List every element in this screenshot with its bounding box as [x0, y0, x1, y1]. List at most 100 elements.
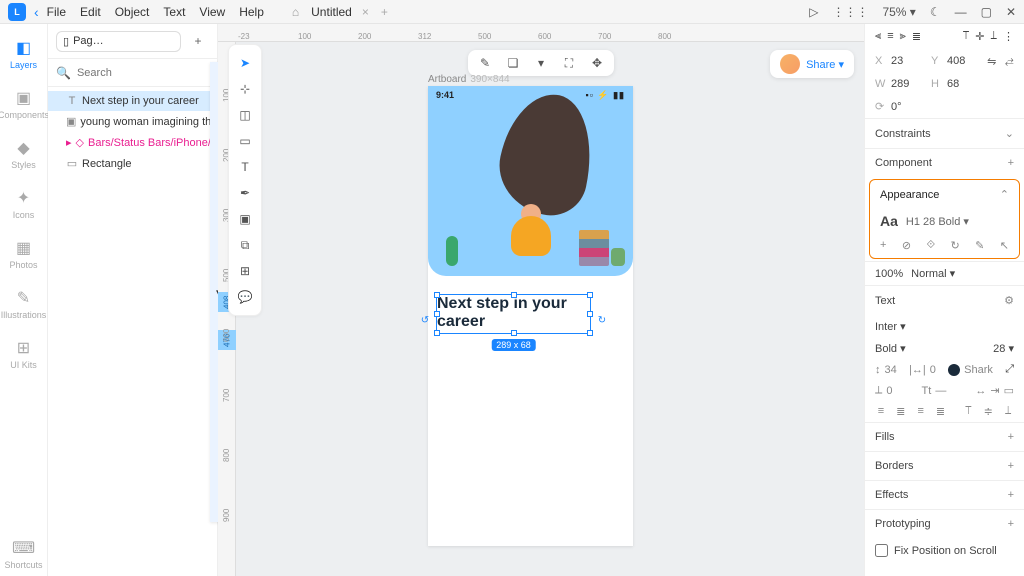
- home-icon[interactable]: ⌂: [292, 5, 299, 19]
- pen-tool[interactable]: ✒: [233, 181, 257, 205]
- text-header[interactable]: Text⚙: [865, 286, 1024, 315]
- tree-item-component[interactable]: ▸ ◇ Bars/Status Bars/iPhone/Light: [48, 132, 217, 153]
- letter-spacing-field[interactable]: 0: [930, 364, 936, 376]
- align-justify-icon[interactable]: ≣: [912, 30, 921, 43]
- rotation-field[interactable]: ⟳0°: [875, 100, 923, 113]
- line-height-field[interactable]: 34: [885, 364, 897, 376]
- pos-x-field[interactable]: X23: [875, 55, 923, 67]
- effects-header[interactable]: Effects+: [865, 481, 1024, 509]
- tree-item-image[interactable]: ▣ young woman imagining thin…: [48, 111, 217, 132]
- fix-position-row[interactable]: Fix Position on Scroll: [865, 538, 1024, 563]
- window-maximize-icon[interactable]: ▢: [981, 5, 992, 19]
- menu-text[interactable]: Text: [163, 5, 185, 19]
- height-field[interactable]: H68: [931, 78, 979, 90]
- menu-file[interactable]: File: [47, 5, 66, 19]
- tree-item-text[interactable]: T Next step in your career: [48, 91, 217, 111]
- share-button[interactable]: Share ▾: [806, 58, 844, 71]
- vnav-layers[interactable]: ◧Layers: [0, 32, 47, 76]
- plus-icon[interactable]: +: [1008, 157, 1014, 169]
- vnav-shortcuts[interactable]: ⌨Shortcuts: [0, 532, 47, 576]
- transform-icon[interactable]: ⛶: [560, 54, 578, 72]
- text-transform-field[interactable]: —: [935, 385, 946, 397]
- flip-v-icon[interactable]: ⥄: [1005, 54, 1015, 68]
- app-logo-icon[interactable]: L: [8, 3, 26, 21]
- vnav-icons[interactable]: ✦Icons: [0, 182, 47, 226]
- align-left-icon[interactable]: ⫷: [875, 30, 881, 43]
- menu-object[interactable]: Object: [115, 5, 150, 19]
- blend-mode-selector[interactable]: Normal ▾: [911, 267, 955, 280]
- text-tool[interactable]: T: [233, 155, 257, 179]
- fills-header[interactable]: Fills+: [865, 423, 1024, 451]
- valign-middle-icon[interactable]: ≑: [982, 405, 994, 418]
- font-weight-selector[interactable]: Bold ▾: [875, 342, 906, 355]
- back-icon[interactable]: ‹: [34, 4, 39, 20]
- artboard-label[interactable]: Artboard390×844: [428, 74, 510, 85]
- borders-header[interactable]: Borders+: [865, 452, 1024, 480]
- add-page-button[interactable]: +: [187, 30, 209, 52]
- align-bottom-icon[interactable]: ⟘: [990, 30, 997, 43]
- autoheight-icon[interactable]: ⇥: [990, 384, 999, 397]
- tree-artboard[interactable]: ▾ ▯ Artboard: [210, 87, 217, 178]
- flip-h-icon[interactable]: ⇋: [987, 54, 997, 68]
- rotate-handle-left[interactable]: ↺: [419, 314, 431, 326]
- font-size-field[interactable]: 28 ▾: [993, 342, 1014, 355]
- text-align-center-icon[interactable]: ≣: [895, 405, 907, 418]
- window-close-icon[interactable]: ✕: [1006, 5, 1016, 19]
- refresh-icon[interactable]: ⟐: [926, 239, 935, 252]
- text-style-selector[interactable]: H1 28 Bold ▾: [906, 215, 969, 228]
- component-tool[interactable]: ⧉: [233, 233, 257, 257]
- menu-help[interactable]: Help: [239, 5, 264, 19]
- unlink-icon[interactable]: ⤢: [1005, 363, 1014, 376]
- align-top-icon[interactable]: ⟙: [963, 30, 970, 43]
- page-selector[interactable]: ▯ Pag…: [56, 31, 181, 52]
- align-middle-icon[interactable]: ✛: [975, 30, 984, 43]
- cursor-icon[interactable]: ↖: [1000, 239, 1009, 252]
- fixed-size-icon[interactable]: ▭: [1004, 384, 1014, 397]
- vnav-photos[interactable]: ▦Photos: [0, 232, 47, 276]
- width-field[interactable]: W289: [875, 78, 923, 90]
- text-align-justify-icon[interactable]: ≣: [935, 405, 947, 418]
- component-header[interactable]: Component+: [865, 149, 1024, 177]
- text-color-swatch[interactable]: [948, 364, 960, 376]
- add-style-icon[interactable]: +: [880, 239, 886, 252]
- vnav-styles[interactable]: ◆Styles: [0, 132, 47, 176]
- grid-tool[interactable]: ⊞: [233, 259, 257, 283]
- artboard-frame[interactable]: 9:41 ▪▫ ⚡ ▮▮ Next step in your career ↺ …: [428, 86, 633, 546]
- window-minimize-icon[interactable]: —: [955, 5, 967, 19]
- detach-icon[interactable]: ⊘: [902, 239, 911, 252]
- plus-icon[interactable]: +: [1008, 431, 1014, 443]
- plus-icon[interactable]: +: [1008, 489, 1014, 501]
- close-tab-icon[interactable]: ×: [362, 5, 369, 19]
- paragraph-field[interactable]: 0: [886, 385, 892, 397]
- vnav-uikits[interactable]: ⊞UI Kits: [0, 332, 47, 376]
- rect-tool[interactable]: ▭: [233, 129, 257, 153]
- prototyping-header[interactable]: Prototyping+: [865, 510, 1024, 538]
- avatar[interactable]: [780, 54, 800, 74]
- frame-tool[interactable]: ⊹: [233, 77, 257, 101]
- plus-icon[interactable]: +: [1008, 518, 1014, 530]
- menu-edit[interactable]: Edit: [80, 5, 101, 19]
- zoom-level[interactable]: 75% ▾: [882, 5, 915, 19]
- distribute-icon[interactable]: ⋮: [1003, 30, 1014, 43]
- edit-style-icon[interactable]: ✎: [975, 239, 984, 252]
- appearance-header[interactable]: Appearance⌃: [870, 180, 1019, 209]
- search-input[interactable]: [77, 67, 219, 79]
- plus-icon[interactable]: +: [1008, 460, 1014, 472]
- vnav-illustrations[interactable]: ✎Illustrations: [0, 282, 47, 326]
- font-family-selector[interactable]: Inter ▾: [875, 320, 906, 333]
- dropdown-icon[interactable]: ▾: [532, 54, 550, 72]
- align-right-icon[interactable]: ⫸: [900, 30, 906, 43]
- text-align-left-icon[interactable]: ≡: [875, 405, 887, 418]
- canvas[interactable]: -23100200312500600700800 100200300 408 4…: [218, 24, 864, 576]
- document-tab[interactable]: Untitled ×: [311, 5, 369, 19]
- target-icon[interactable]: ✥: [588, 54, 606, 72]
- fix-position-checkbox[interactable]: [875, 544, 888, 557]
- new-tab-icon[interactable]: +: [381, 5, 388, 19]
- align-center-h-icon[interactable]: ≡: [887, 30, 893, 43]
- valign-top-icon[interactable]: ⟙: [962, 405, 974, 418]
- constraints-header[interactable]: Constraints⌄: [865, 119, 1024, 148]
- autowidth-icon[interactable]: ↔: [975, 385, 986, 397]
- image-tool[interactable]: ▣: [233, 207, 257, 231]
- theme-icon[interactable]: ☾: [930, 5, 941, 19]
- rotate-handle-right[interactable]: ↻: [596, 314, 608, 326]
